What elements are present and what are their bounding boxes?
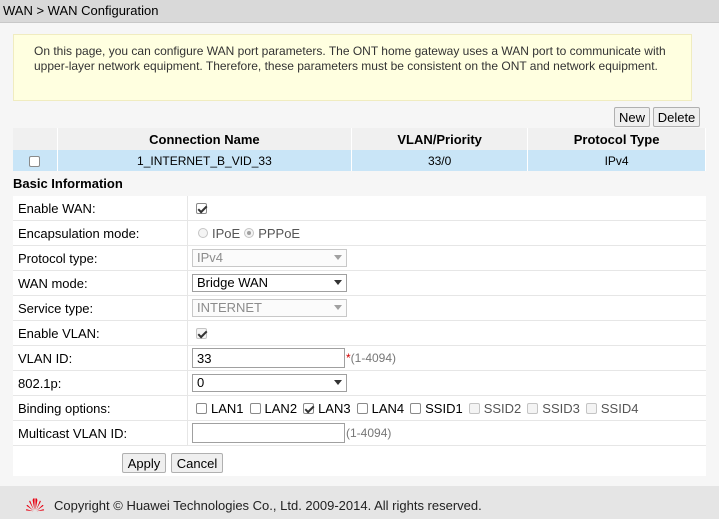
ssid1-label: SSID1 xyxy=(425,400,463,416)
column-header-vlan-priority: VLAN/Priority xyxy=(351,128,529,150)
enable-wan-checkbox[interactable] xyxy=(196,202,207,214)
main-content: On this page, you can configure WAN port… xyxy=(0,23,719,486)
vlan-priority-cell: 33/0 xyxy=(351,150,529,171)
notice-text: On this page, you can configure WAN port… xyxy=(34,44,666,73)
service-type-label: Service type: xyxy=(18,301,94,316)
column-header-protocol-type: Protocol Type xyxy=(527,128,706,150)
enable-vlan-checkbox[interactable] xyxy=(196,327,207,339)
lan2-checkbox[interactable] xyxy=(249,402,261,414)
ssid2-label: SSID2 xyxy=(483,400,522,416)
protocol-type-select[interactable]: IPv4 xyxy=(192,249,347,267)
vlan-id-input[interactable] xyxy=(192,348,345,368)
ssid3-checkbox[interactable] xyxy=(527,402,539,414)
protocol-type-row: Protocol type: IPv4 xyxy=(13,246,706,271)
multicast-vlan-hint: (1-4094) xyxy=(346,426,392,440)
apply-button[interactable]: Apply xyxy=(122,453,166,473)
ssid1-checkbox[interactable] xyxy=(410,402,422,414)
lan3-checkbox[interactable] xyxy=(303,402,315,414)
row-select-checkbox[interactable] xyxy=(29,155,41,167)
dot1p-select[interactable]: 0 xyxy=(192,374,347,392)
vlan-id-hint: (1-4094) xyxy=(350,351,397,365)
enable-vlan-row: Enable VLAN: xyxy=(13,321,706,346)
lan4-label: LAN4 xyxy=(371,400,405,416)
connection-table: Connection Name VLAN/Priority Protocol T… xyxy=(13,128,706,171)
multicast-vlan-label: Multicast VLAN ID: xyxy=(18,426,128,441)
protocol-type-label: Protocol type: xyxy=(18,251,98,266)
breadcrumb: WAN > WAN Configuration xyxy=(3,3,159,18)
footer: Copyright © Huawei Technologies Co., Ltd… xyxy=(0,486,719,519)
chevron-down-icon xyxy=(334,380,342,385)
row-select-cell xyxy=(13,150,58,171)
section-title: Basic Information xyxy=(13,176,123,191)
table-row[interactable]: 1_INTERNET_B_VID_33 33/0 IPv4 xyxy=(13,150,706,171)
dot1p-label: 802.1p: xyxy=(18,376,62,391)
lan1-label: LAN1 xyxy=(211,400,244,416)
delete-button[interactable]: Delete xyxy=(653,107,700,127)
lan3-label: LAN3 xyxy=(318,400,351,416)
pppoe-radio[interactable] xyxy=(244,228,255,238)
protocol-type-cell: IPv4 xyxy=(527,150,706,171)
table-header-row: Connection Name VLAN/Priority Protocol T… xyxy=(13,128,706,150)
wan-mode-label: WAN mode: xyxy=(18,276,88,291)
ssid4-checkbox[interactable] xyxy=(585,402,597,414)
enable-wan-row: Enable WAN: xyxy=(13,196,706,221)
service-type-row: Service type: INTERNET xyxy=(13,296,706,321)
connection-name-cell: 1_INTERNET_B_VID_33 xyxy=(57,150,353,171)
ssid3-label: SSID3 xyxy=(542,400,580,416)
info-notice: On this page, you can configure WAN port… xyxy=(13,34,692,101)
chevron-down-icon xyxy=(334,280,342,285)
huawei-logo-icon xyxy=(25,498,45,512)
ssid2-checkbox[interactable] xyxy=(468,402,480,414)
encapsulation-label: Encapsulation mode: xyxy=(18,226,140,241)
select-column-header xyxy=(13,128,58,150)
encapsulation-row: Encapsulation mode: IPoE PPPoE xyxy=(13,221,706,246)
pppoe-label: PPPoE xyxy=(258,225,301,241)
chevron-down-icon xyxy=(334,305,342,310)
cancel-button[interactable]: Cancel xyxy=(171,453,223,473)
multicast-vlan-row: Multicast VLAN ID: (1-4094) xyxy=(13,421,706,446)
vlan-id-row: VLAN ID: *(1-4094) xyxy=(13,346,706,371)
dot1p-row: 802.1p: 0 xyxy=(13,371,706,396)
multicast-vlan-input[interactable] xyxy=(192,423,345,443)
vlan-id-label: VLAN ID: xyxy=(18,351,73,366)
binding-options-row: Binding options: LAN1 LAN2 LAN3 LAN4 SSI… xyxy=(13,396,706,421)
ssid4-label: SSID4 xyxy=(600,400,639,416)
service-type-select[interactable]: INTERNET xyxy=(192,299,347,317)
chevron-down-icon xyxy=(334,255,342,260)
new-button[interactable]: New xyxy=(614,107,650,127)
ipoe-label: IPoE xyxy=(212,225,241,241)
wan-mode-row: WAN mode: Bridge WAN xyxy=(13,271,706,296)
enable-wan-label: Enable WAN: xyxy=(18,201,96,216)
title-bar: WAN > WAN Configuration xyxy=(0,0,719,23)
actions-row: Apply Cancel xyxy=(13,446,706,476)
copyright-text: Copyright © Huawei Technologies Co., Ltd… xyxy=(54,498,482,513)
ipoe-radio[interactable] xyxy=(198,228,208,238)
column-header-connection-name: Connection Name xyxy=(57,128,353,150)
enable-vlan-label: Enable VLAN: xyxy=(18,326,100,341)
lan1-checkbox[interactable] xyxy=(196,402,207,414)
wan-mode-select[interactable]: Bridge WAN xyxy=(192,274,347,292)
lan4-checkbox[interactable] xyxy=(356,402,368,414)
binding-options-label: Binding options: xyxy=(18,401,111,416)
lan2-label: LAN2 xyxy=(264,400,298,416)
basic-info-form: Enable WAN: Encapsulation mode: IPoE PPP… xyxy=(13,196,706,476)
